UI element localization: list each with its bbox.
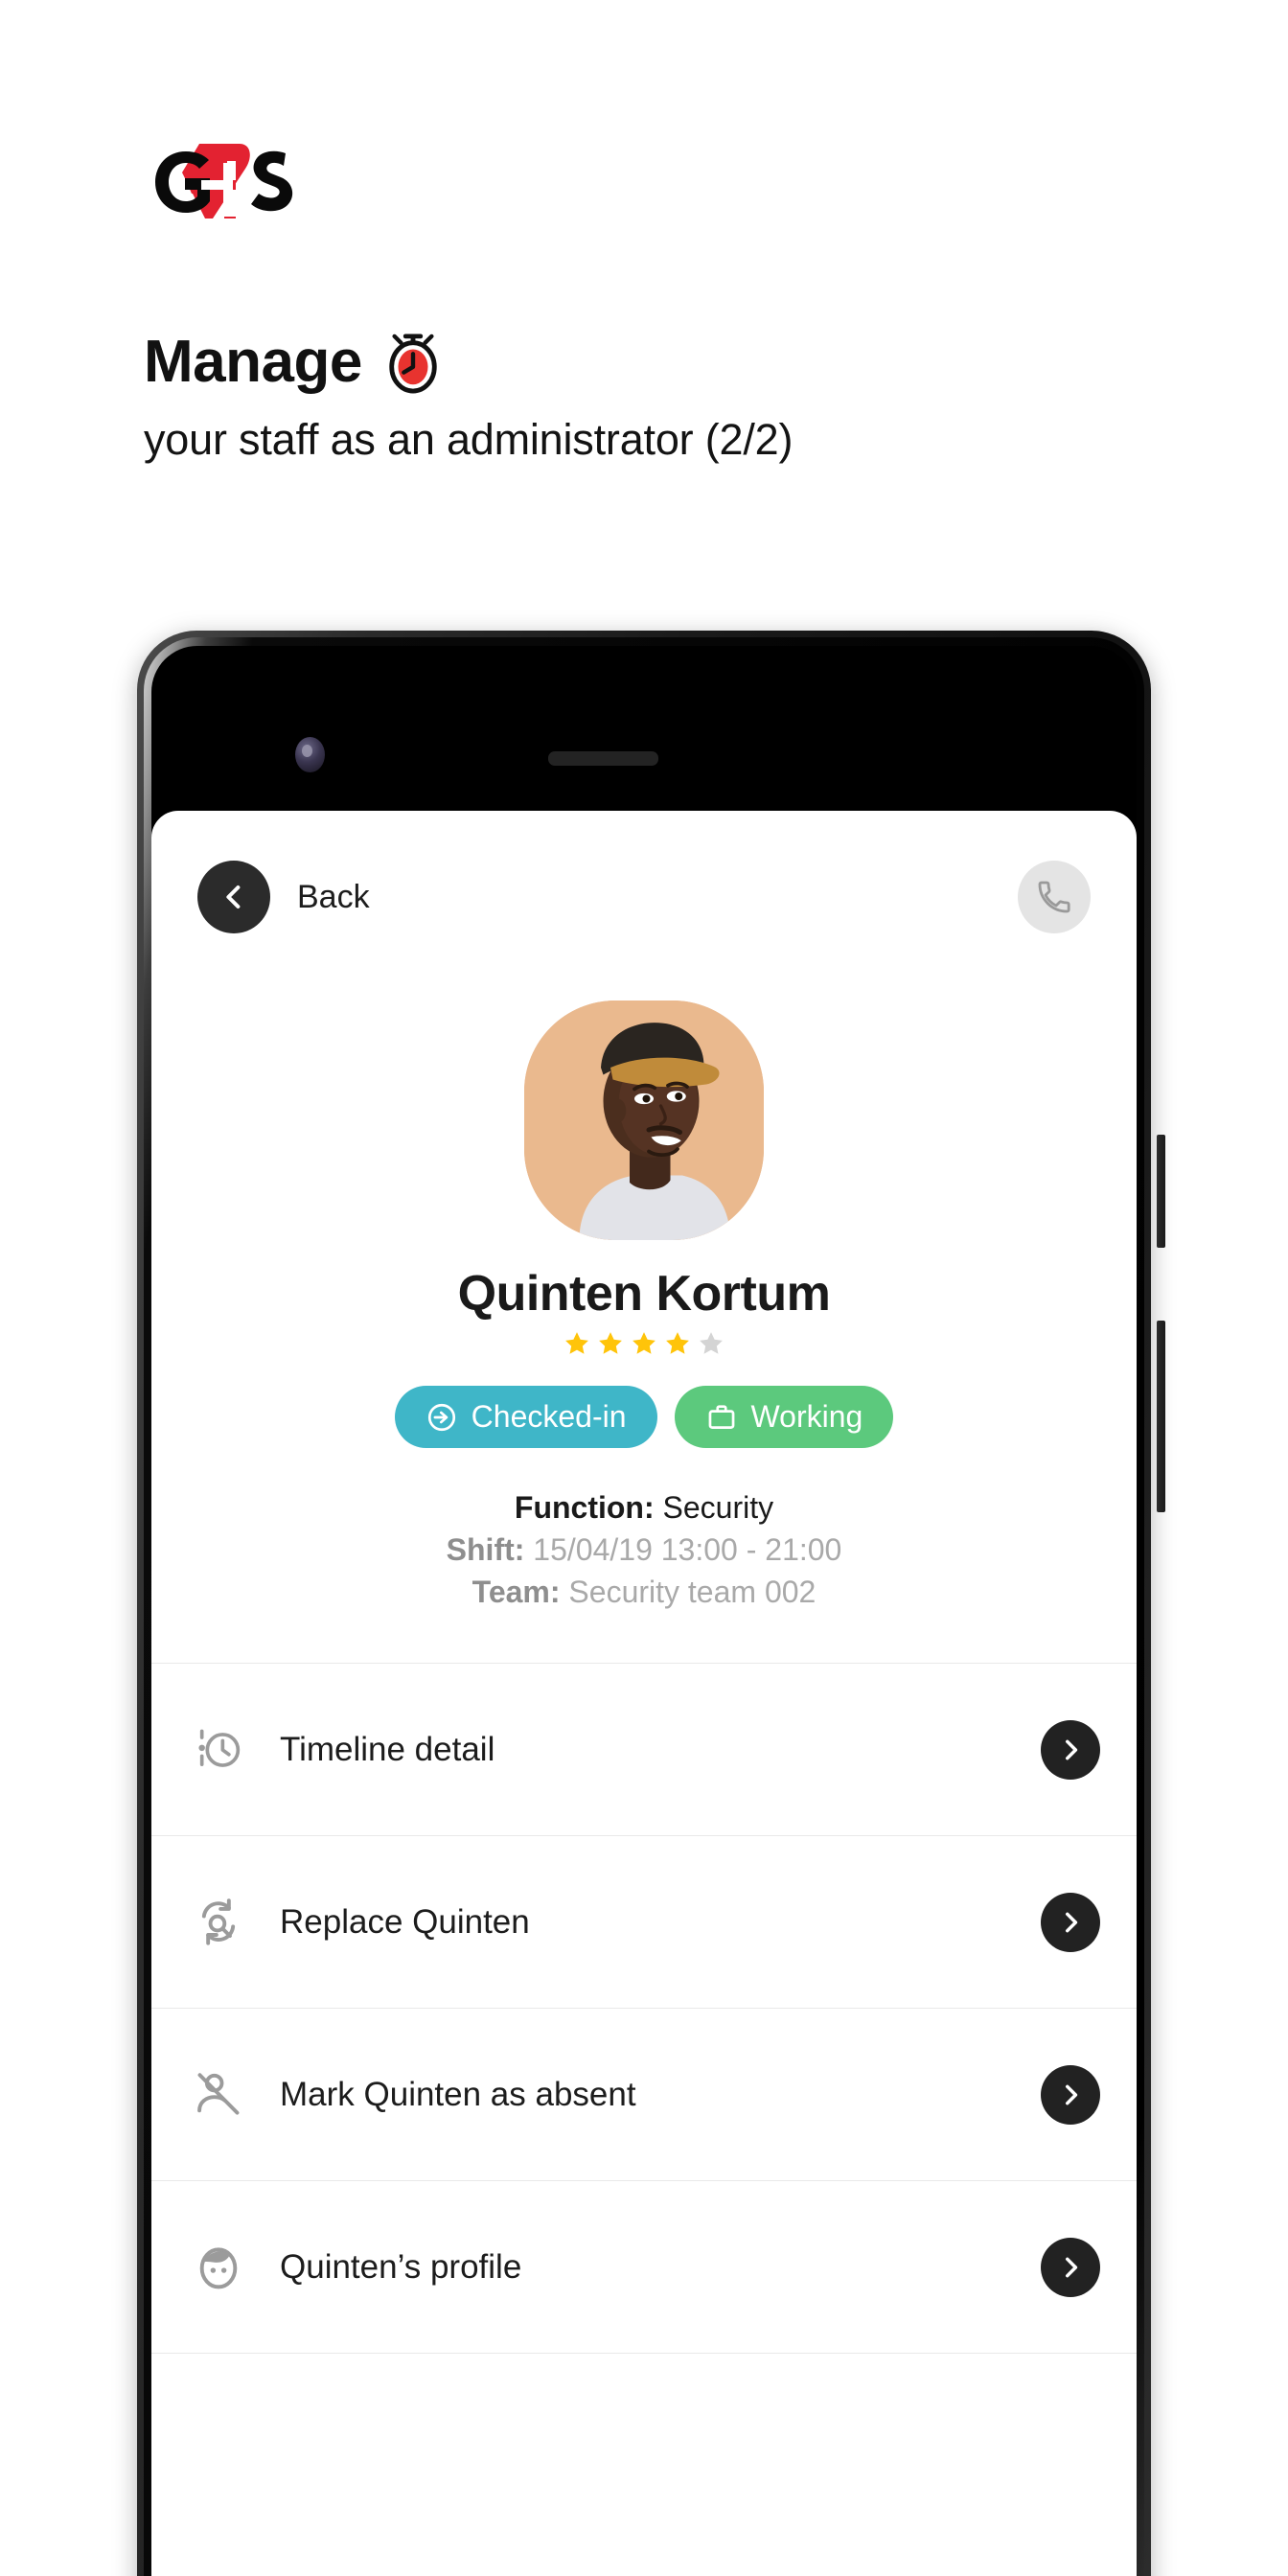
status-badges: Checked-in Working <box>151 1386 1137 1448</box>
app-screen: Back Quinten Kortum Checked-in Working F… <box>151 811 1137 2576</box>
promo-text-block: Manage your staff as an administrator (2… <box>144 331 1150 465</box>
status-badge-label: Working <box>750 1399 863 1434</box>
action-chevron-button[interactable] <box>1041 1892 1100 1952</box>
front-camera-icon <box>295 737 325 772</box>
meta-key: Function: <box>514 1490 655 1525</box>
action-label: Replace Quinten <box>280 1902 530 1941</box>
alarm-clock-icon <box>389 334 437 394</box>
chevron-right-icon <box>1066 2084 1078 2105</box>
meta-shift: Shift: 15/04/19 13:00 - 21:00 <box>151 1529 1137 1571</box>
action-chevron-button[interactable] <box>1041 2237 1100 2297</box>
earpiece-speaker <box>548 751 658 766</box>
chevron-right-icon <box>1066 1739 1078 1760</box>
app-header: Back <box>151 811 1137 933</box>
star-icon-filled <box>599 1332 622 1354</box>
action-chevron-button[interactable] <box>1041 1719 1100 1780</box>
briefcase-icon <box>708 1404 734 1429</box>
meta-function: Function: Security <box>151 1486 1137 1529</box>
status-badge-checked-in[interactable]: Checked-in <box>394 1386 657 1448</box>
meta-value: Security <box>662 1490 774 1525</box>
star-icon-empty <box>700 1332 723 1354</box>
action-label: Quinten’s profile <box>280 2247 522 2286</box>
meta-team: Team: Security team 002 <box>151 1571 1137 1613</box>
timeline-clock-icon <box>194 1725 264 1775</box>
action-row-replace[interactable]: Replace Quinten <box>151 1836 1137 2010</box>
action-row-mark-absent[interactable]: Mark Quinten as absent <box>151 2009 1137 2182</box>
phone-device-frame: Back Quinten Kortum Checked-in Working F… <box>137 631 1165 2576</box>
action-label: Mark Quinten as absent <box>280 2075 636 2113</box>
star-icon-filled <box>632 1332 656 1354</box>
back-label: Back <box>297 878 370 915</box>
action-list: Timeline detail Replace Quinten Mark Qui… <box>151 1663 1137 2355</box>
promo-headline: Manage <box>144 329 362 395</box>
power-button[interactable] <box>1157 1135 1165 1248</box>
chevron-left-icon <box>226 886 241 908</box>
action-row-timeline-detail[interactable]: Timeline detail <box>151 1664 1137 1837</box>
action-label: Timeline detail <box>280 1730 495 1768</box>
promo-subhead: your staff as an administrator (2/2) <box>144 415 794 464</box>
star-icon-filled <box>666 1332 689 1354</box>
status-badge-working[interactable]: Working <box>674 1386 894 1448</box>
face-profile-icon <box>194 2242 264 2292</box>
person-name: Quinten Kortum <box>457 1266 831 1322</box>
chevron-right-icon <box>1066 2257 1078 2278</box>
volume-button[interactable] <box>1157 1321 1165 1512</box>
meta-key: Shift: <box>446 1532 525 1568</box>
check-in-arrow-icon <box>427 1403 455 1431</box>
meta-value: 15/04/19 13:00 - 21:00 <box>533 1532 842 1568</box>
promo-screenshot-page: Manage your staff as an administrator (2… <box>0 0 1288 2576</box>
status-badge-label: Checked-in <box>471 1399 627 1434</box>
meta-key: Team: <box>472 1575 561 1610</box>
swap-arrows-icon <box>194 1898 264 1947</box>
person-off-icon <box>194 2070 264 2120</box>
back-button[interactable] <box>197 861 270 933</box>
avatar <box>524 1000 764 1240</box>
call-button[interactable] <box>1018 861 1091 933</box>
g4s-logo <box>144 134 311 225</box>
rating-stars <box>151 1330 1137 1357</box>
action-row-profile[interactable]: Quinten’s profile <box>151 2181 1137 2355</box>
chevron-right-icon <box>1066 1912 1078 1933</box>
profile-meta: Function: Security Shift: 15/04/19 13:00… <box>151 1486 1137 1613</box>
profile-section: Quinten Kortum Checked-in Working Functi… <box>151 933 1137 1613</box>
phone-icon <box>1038 881 1070 913</box>
action-chevron-button[interactable] <box>1041 2064 1100 2125</box>
star-icon-filled <box>565 1332 588 1354</box>
meta-value: Security team 002 <box>568 1575 816 1610</box>
